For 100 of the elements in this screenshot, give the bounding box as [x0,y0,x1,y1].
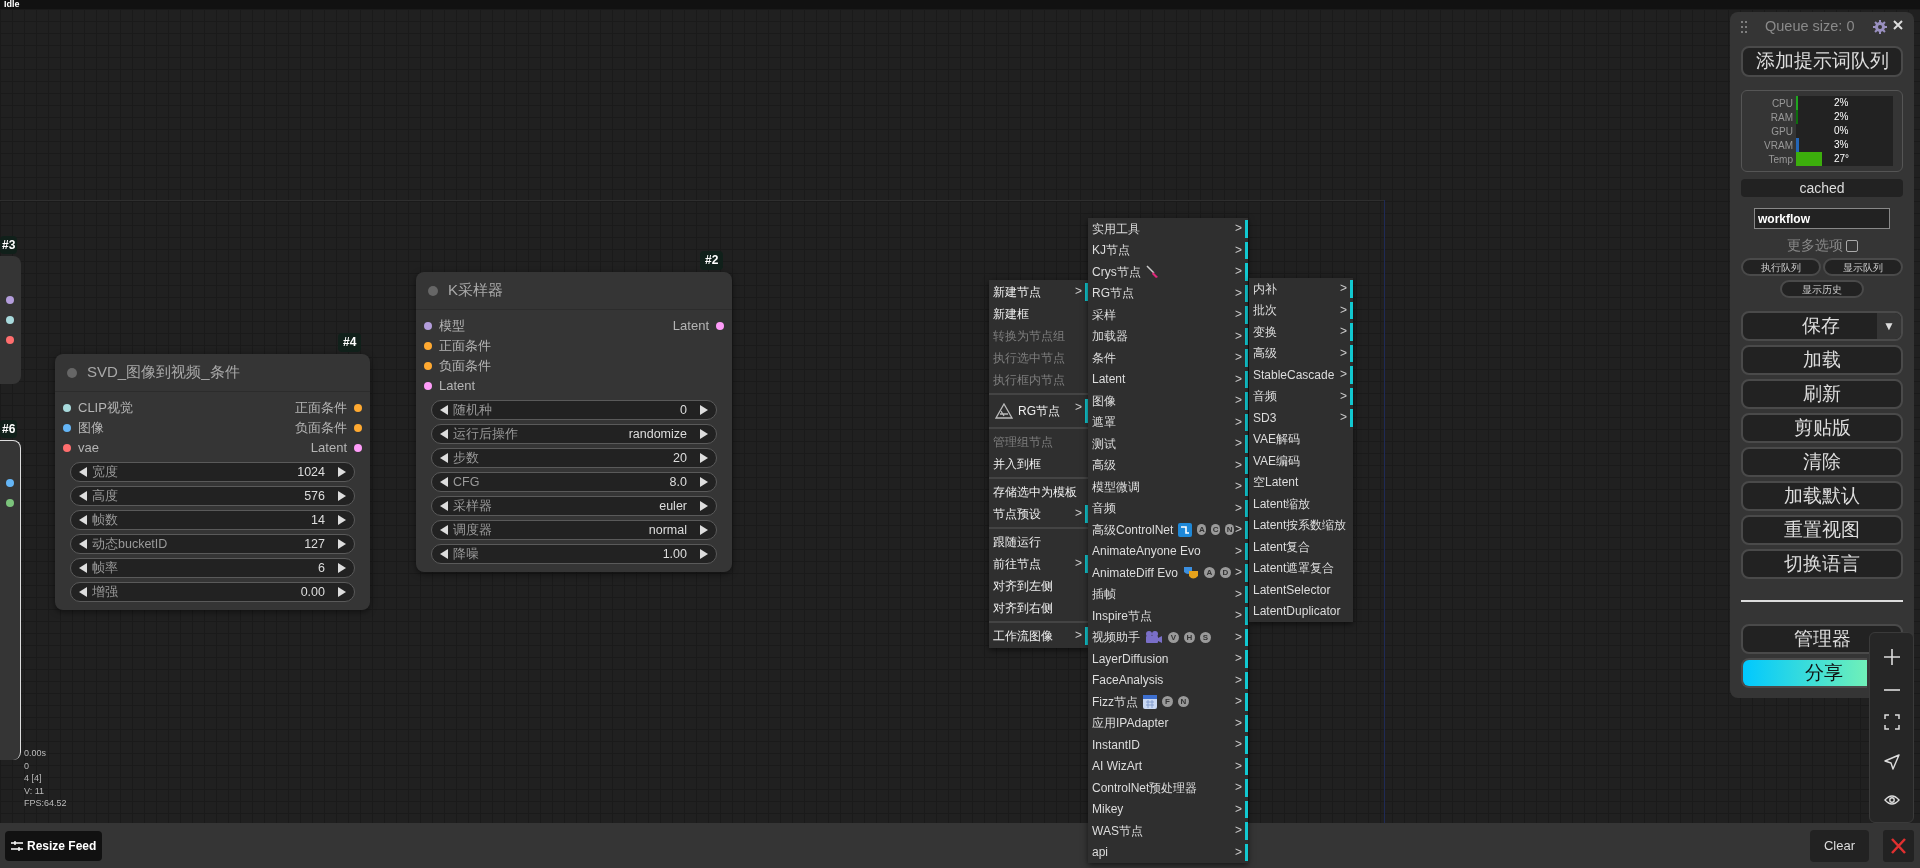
menu-item[interactable]: Fizz节点 F N > [1088,691,1248,713]
menu-item[interactable]: 音频 > [1088,497,1248,519]
menu-item[interactable]: 音频 > [1249,385,1353,407]
menu-item[interactable]: LayerDiffusion > [1088,648,1248,670]
panel-button[interactable]: 重置视图 [1741,515,1903,545]
menu-item[interactable]: 条件 > [1088,347,1248,369]
menu-item[interactable]: 存储选中为模板 [989,481,1088,503]
number-widget[interactable]: 降噪 1.00 [431,544,717,564]
menu-item[interactable]: KJ节点 > [1088,239,1248,261]
menu-item[interactable]: FaceAnalysis > [1088,669,1248,691]
menu-item[interactable]: Latent > [1088,368,1248,390]
menu-item[interactable]: 图像 > [1088,390,1248,412]
menu-item[interactable]: 新建节点 > [989,281,1088,303]
menu-item[interactable]: 插帧 > [1088,583,1248,605]
widget-label: 随机种 [453,401,492,419]
menu-item[interactable]: WAS节点 > [1088,820,1248,842]
menu-item[interactable]: 高级 > [1249,342,1353,364]
menu-item[interactable]: 采样 > [1088,304,1248,326]
panel-button[interactable]: 刷新 [1741,379,1903,409]
menu-item[interactable]: 跟随运行 [989,531,1088,553]
save-button[interactable]: 保存 [1743,313,1877,339]
menu-item[interactable]: RG节点 > [989,397,1088,425]
panel-button[interactable]: 剪贴版 [1741,413,1903,443]
menu-item[interactable]: Latent按系数缩放 [1249,514,1353,536]
menu-item[interactable]: AI WizArt > [1088,755,1248,777]
menu-item[interactable]: Latent缩放 [1249,493,1353,515]
menu-item[interactable]: ControlNet预处理器 > [1088,777,1248,799]
menu-item[interactable]: VAE解码 [1249,428,1353,450]
menu-item[interactable]: Latent遮罩复合 [1249,557,1353,579]
zoom-out-icon[interactable] [1883,688,1900,691]
number-widget[interactable]: 采样器 euler [431,496,717,516]
eye-icon[interactable] [1883,794,1900,807]
resize-feed-button[interactable]: Resize Feed [5,830,103,861]
menu-item[interactable]: 节点预设 > [989,503,1088,525]
menu-item[interactable]: 批次 > [1249,299,1353,321]
monitor-label: RAM [1769,110,1793,125]
menu-item[interactable]: 变换 > [1249,321,1353,343]
menu-item[interactable]: 加载器 > [1088,325,1248,347]
number-widget[interactable]: 宽度 1024 [70,462,355,482]
clear-button[interactable]: Clear [1809,829,1869,862]
save-dropdown-button[interactable]: ▼ [1877,313,1901,339]
menu-item[interactable]: Latent复合 [1249,536,1353,558]
menu-item[interactable]: 实用工具 > [1088,218,1248,240]
number-widget[interactable]: 增强 0.00 [70,582,355,602]
history-button[interactable]: 显示历史 [1780,280,1864,298]
settings-icon[interactable] [1873,20,1887,34]
menu-item[interactable]: SD3 > [1249,407,1353,429]
number-widget[interactable]: 调度器 normal [431,520,717,540]
menu-item[interactable]: 工作流图像 > [989,625,1088,647]
number-widget[interactable]: 随机种 0 [431,400,717,420]
queue-action-button[interactable]: 显示队列 [1823,258,1903,276]
panel-button[interactable]: 切换语言 [1741,549,1903,579]
menu-item[interactable]: StableCascade > [1249,364,1353,386]
menu-item[interactable]: InstantID > [1088,734,1248,756]
menu-item[interactable]: RG节点 > [1088,282,1248,304]
menu-item[interactable]: 并入到框 [989,453,1088,475]
number-widget[interactable]: 帧数 14 [70,510,355,530]
menu-item[interactable]: 新建框 [989,303,1088,325]
menu-item[interactable]: 视频助手 V H S > [1088,626,1248,648]
menu-item[interactable]: AnimateAnyone Evo > [1088,540,1248,562]
number-widget[interactable]: 帧率 6 [70,558,355,578]
menu-item[interactable]: Inspire节点 > [1088,605,1248,627]
panel-button[interactable]: 加载默认 [1741,481,1903,511]
number-widget[interactable]: CFG 8.0 [431,472,717,492]
menu-item[interactable]: VAE编码 [1249,450,1353,472]
panel-button[interactable]: 清除 [1741,447,1903,477]
menu-item[interactable]: 对齐到左侧 [989,575,1088,597]
queue-prompt-button[interactable]: 添加提示词队列 [1741,46,1903,77]
number-widget[interactable]: 高度 576 [70,486,355,506]
node-card[interactable]: SVD_图像到视频_条件 CLIP视觉 正面条件 图像 负面条件 vae Latent 宽度 1024 高度 576 帧数 14 动态bucketID 127 帧率 6 增强 0.00 [55,354,370,610]
menu-item[interactable]: LatentDuplicator [1249,600,1353,622]
workflow-name-field[interactable]: workflow [1754,208,1890,229]
menu-item[interactable]: 高级ControlNet A C N > [1088,519,1248,541]
fit-view-icon[interactable] [1883,714,1900,731]
menu-item[interactable]: LatentSelector [1249,579,1353,601]
menu-item[interactable]: 高级 > [1088,454,1248,476]
menu-item[interactable]: 空Latent [1249,471,1353,493]
menu-item[interactable]: 前往节点 > [989,553,1088,575]
menu-item[interactable]: AnimateDiff Evo A D > [1088,562,1248,584]
drag-handle-icon[interactable] [1741,21,1747,33]
menu-item[interactable]: 内补 > [1249,278,1353,300]
queue-action-button[interactable]: 执行队列 [1741,258,1821,276]
panel-button[interactable]: 加载 [1741,345,1903,375]
share-button[interactable]: 分享 [1741,658,1867,688]
menu-item[interactable]: Crys节点 > [1088,261,1248,283]
menu-item[interactable]: 模型微调 > [1088,476,1248,498]
menu-item[interactable]: 遮罩 > [1088,411,1248,433]
menu-item[interactable]: api > [1088,841,1248,863]
close-icon[interactable] [1893,20,1903,30]
number-widget[interactable]: 动态bucketID 127 [70,534,355,554]
node-card[interactable]: K采样器 模型 Latent 正面条件 负面条件 Latent 随机种 0 运行后操作 randomize 步数 20 CFG 8.0 采样器 euler 调度器 normal 降噪 1.00 [416,272,732,572]
menu-item[interactable]: Mikey > [1088,798,1248,820]
menu-item[interactable]: 应用IPAdapter > [1088,712,1248,734]
menu-item[interactable]: 测试 > [1088,433,1248,455]
zoom-in-icon[interactable] [1883,648,1900,665]
menu-item[interactable]: 对齐到右侧 [989,597,1088,619]
send-icon[interactable] [1883,754,1900,771]
number-widget[interactable]: 运行后操作 randomize [431,424,717,444]
checkbox[interactable] [1845,239,1858,252]
number-widget[interactable]: 步数 20 [431,448,717,468]
